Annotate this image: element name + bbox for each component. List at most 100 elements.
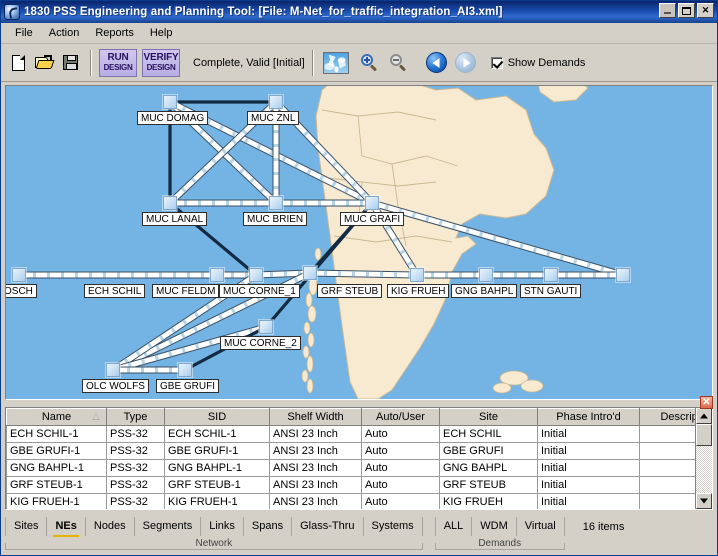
cell-sid[interactable]: GRF STEUB-1 (164, 476, 270, 494)
cell-type[interactable]: PSS-32 (106, 442, 165, 460)
tab-sites[interactable]: Sites (5, 517, 48, 536)
column-header-description[interactable]: Description (639, 408, 695, 426)
column-header-auto_user[interactable]: Auto/User (361, 408, 440, 426)
cell-shelf_width[interactable]: ANSI 23 Inch (269, 459, 362, 477)
cell-shelf_width[interactable]: ANSI 23 Inch (269, 425, 362, 443)
map-node-muc-brien[interactable] (269, 196, 283, 210)
verify-design-button[interactable]: VERIFY DESIGN (142, 48, 180, 77)
map-node-gng-bahpl[interactable] (544, 268, 558, 282)
save-file-button[interactable] (57, 50, 83, 76)
tab-wdm[interactable]: WDM (472, 517, 517, 536)
map-view-button[interactable] (321, 50, 351, 76)
cell-description[interactable] (639, 493, 695, 509)
map-node-muc-lanal[interactable] (163, 196, 177, 210)
cell-type[interactable]: PSS-32 (106, 493, 165, 509)
back-button[interactable] (424, 50, 450, 76)
map-node-muc-domag[interactable] (163, 95, 177, 109)
cell-name[interactable]: KIG FRUEH-1 (6, 493, 107, 509)
open-file-button[interactable] (31, 50, 57, 76)
grid-scroll-area[interactable]: Name Type SID Shelf Width Auto/User Site Phase… (6, 408, 695, 509)
grid-vertical-scrollbar[interactable] (695, 408, 712, 509)
new-file-button[interactable] (5, 50, 31, 76)
cell-phase[interactable]: Initial (537, 459, 640, 477)
column-header-shelf_width[interactable]: Shelf Width (269, 408, 362, 426)
menu-file[interactable]: File (7, 25, 41, 41)
cell-description[interactable] (639, 425, 695, 443)
zoom-in-button[interactable] (357, 50, 383, 76)
menu-reports[interactable]: Reports (87, 25, 142, 41)
map-node-muc-corne-2[interactable] (259, 320, 273, 334)
tab-segments[interactable]: Segments (135, 517, 202, 536)
run-design-button[interactable]: RUN DESIGN (99, 48, 137, 77)
column-header-site[interactable]: Site (439, 408, 538, 426)
cell-phase[interactable]: Initial (537, 442, 640, 460)
cell-phase[interactable]: Initial (537, 425, 640, 443)
cell-site[interactable]: KIG FRUEH (439, 493, 538, 509)
tab-systems[interactable]: Systems (364, 517, 423, 536)
cell-shelf_width[interactable]: ANSI 23 Inch (269, 493, 362, 509)
forward-button[interactable] (453, 50, 479, 76)
map-node-grf-steub[interactable] (410, 268, 424, 282)
cell-description[interactable] (639, 476, 695, 494)
close-button[interactable]: ✕ (697, 3, 714, 18)
scroll-down-button[interactable] (696, 493, 712, 509)
column-header-type[interactable]: Type (106, 408, 165, 426)
table-row[interactable]: GBE GRUFI-1 PSS-32 GBE GRUFI-1 ANSI 23 Inch… (6, 442, 695, 460)
cell-site[interactable]: GBE GRUFI (439, 442, 538, 460)
cell-name[interactable]: GBE GRUFI-1 (6, 442, 107, 460)
tab-spans[interactable]: Spans (244, 517, 293, 536)
map-node-muc-grafi[interactable] (365, 196, 379, 210)
table-row[interactable]: GNG BAHPL-1 PSS-32 GNG BAHPL-1 ANSI 23 Inch… (6, 459, 695, 477)
map-node-muc-znl[interactable] (269, 95, 283, 109)
table-row[interactable]: GRF STEUB-1 PSS-32 GRF STEUB-1 ANSI 23 Inch… (6, 476, 695, 494)
cell-type[interactable]: PSS-32 (106, 425, 165, 443)
cell-auto_user[interactable]: Auto (361, 493, 440, 509)
tab-nes[interactable]: NEs (47, 517, 86, 537)
minimize-button[interactable] (659, 3, 676, 18)
map-node-muc-feldm[interactable] (249, 268, 263, 282)
network-link[interactable] (309, 269, 418, 279)
cell-name[interactable]: GNG BAHPL-1 (6, 459, 107, 477)
column-header-sid[interactable]: SID (164, 408, 270, 426)
tab-all[interactable]: ALL (434, 517, 473, 536)
scroll-up-button[interactable] (696, 408, 712, 424)
scrollbar-thumb[interactable] (696, 424, 712, 446)
cell-type[interactable]: PSS-32 (106, 476, 165, 494)
cell-phase[interactable]: Initial (537, 493, 640, 509)
column-header-name[interactable]: Name (6, 408, 107, 426)
cell-site[interactable]: GRF STEUB (439, 476, 538, 494)
show-demands-checkbox[interactable]: Show Demands (490, 56, 585, 69)
tab-nodes[interactable]: Nodes (86, 517, 135, 536)
map-node-gbe-grufi[interactable] (178, 363, 192, 377)
cell-description[interactable] (639, 442, 695, 460)
cell-description[interactable] (639, 459, 695, 477)
table-row[interactable]: ECH SCHIL-1 PSS-32 ECH SCHIL-1 ANSI 23 Inch… (6, 425, 695, 443)
map-node-osch[interactable] (12, 268, 26, 282)
cell-auto_user[interactable]: Auto (361, 442, 440, 460)
network-map-panel[interactable]: OSCH ECH SCHIL MUC FELDM MUC CORNE_1 GRF STE… (5, 85, 713, 400)
map-node-kig-frueh[interactable] (479, 268, 493, 282)
cell-site[interactable]: GNG BAHPL (439, 459, 538, 477)
cell-site[interactable]: ECH SCHIL (439, 425, 538, 443)
cell-name[interactable]: GRF STEUB-1 (6, 476, 107, 494)
map-node-ech-schil[interactable] (210, 268, 224, 282)
panel-close-button[interactable]: ✕ (700, 396, 713, 409)
cell-name[interactable]: ECH SCHIL-1 (6, 425, 107, 443)
cell-type[interactable]: PSS-32 (106, 459, 165, 477)
cell-sid[interactable]: GBE GRUFI-1 (164, 442, 270, 460)
table-row[interactable]: KIG FRUEH-1 PSS-32 KIG FRUEH-1 ANSI 23 Inch… (6, 493, 695, 509)
cell-auto_user[interactable]: Auto (361, 459, 440, 477)
map-node-stn-gauti[interactable] (616, 268, 630, 282)
zoom-out-button[interactable] (386, 50, 412, 76)
cell-sid[interactable]: GNG BAHPL-1 (164, 459, 270, 477)
map-node-muc-corne-1[interactable] (303, 266, 317, 280)
cell-sid[interactable]: KIG FRUEH-1 (164, 493, 270, 509)
cell-shelf_width[interactable]: ANSI 23 Inch (269, 442, 362, 460)
menu-action[interactable]: Action (41, 25, 88, 41)
cell-shelf_width[interactable]: ANSI 23 Inch (269, 476, 362, 494)
menu-help[interactable]: Help (142, 25, 181, 41)
cell-auto_user[interactable]: Auto (361, 425, 440, 443)
column-header-phase[interactable]: Phase Intro'd (537, 408, 640, 426)
map-node-olc-wolfs[interactable] (106, 363, 120, 377)
scrollbar-track[interactable] (696, 424, 712, 493)
